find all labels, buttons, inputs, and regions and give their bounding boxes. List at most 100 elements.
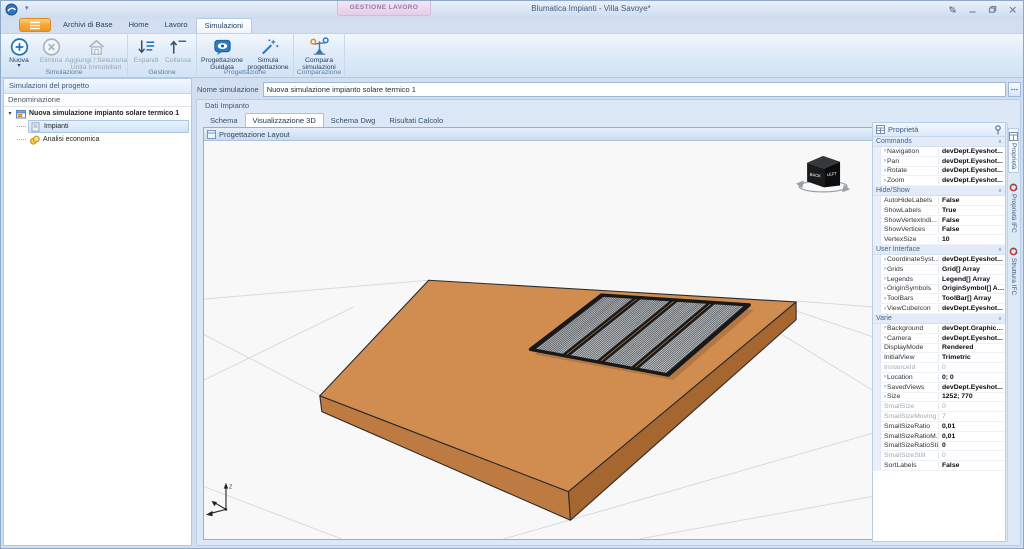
property-row-viewcubeicon[interactable]: ›ViewCubeIcondevDept.Eyeshot... <box>873 304 1005 314</box>
property-row-autohidelabels[interactable]: AutoHideLabelsFalse <box>873 196 1005 206</box>
property-row-vertexsize[interactable]: VertexSize10 <box>873 235 1005 245</box>
property-value[interactable]: ToolBar[] Array <box>938 295 1005 302</box>
expand-arrow-icon[interactable]: › <box>884 178 886 184</box>
expand-arrow-icon[interactable]: › <box>884 158 886 164</box>
property-value[interactable]: OriginSymbol[] Ar... <box>938 285 1005 292</box>
property-row-smallsizemoving[interactable]: SmallSizeMoving7 <box>873 412 1005 422</box>
property-row-smallsizeratiostill[interactable]: SmallSizeRatioStill0 <box>873 442 1005 452</box>
expand-arrow-icon[interactable]: › <box>884 335 886 341</box>
tree-item-impianti[interactable]: Impianti <box>4 120 191 133</box>
property-category-user-interface[interactable]: User Interface∧ <box>873 245 1005 255</box>
property-value[interactable]: 0 <box>938 403 1005 410</box>
property-value[interactable]: devDept.Eyeshot... <box>938 256 1005 263</box>
property-row-size[interactable]: ›Size1252; 770 <box>873 393 1005 403</box>
expand-arrow-icon[interactable]: › <box>884 257 886 263</box>
property-row-instanceid[interactable]: InstanceId0 <box>873 363 1005 373</box>
ribbon-button-elimina[interactable]: Elimina <box>35 35 67 64</box>
property-row-grids[interactable]: ›GridsGrid[] Array <box>873 265 1005 275</box>
ribbon-button-espandi[interactable]: Espandi <box>130 35 162 64</box>
expand-arrow-icon[interactable]: › <box>884 286 886 292</box>
property-row-toolbars[interactable]: ›ToolBarsToolBar[] Array <box>873 294 1005 304</box>
pin-icon[interactable] <box>994 125 1002 135</box>
property-value[interactable]: devDept.Eyeshot... <box>938 167 1005 174</box>
tab-visualizzazione-3d[interactable]: Visualizzazione 3D <box>245 113 324 127</box>
property-value[interactable]: 0,01 <box>938 423 1005 430</box>
property-row-showvertexindi[interactable]: ShowVertexIndi...False <box>873 216 1005 226</box>
property-value[interactable]: devDept.Eyeshot... <box>938 305 1005 312</box>
close-button[interactable] <box>1006 3 1019 15</box>
ribbon-button-progettazione-guidata[interactable]: ProgettazioneGuidata <box>199 35 245 72</box>
property-row-smallsizestill[interactable]: SmallSizeStill0 <box>873 451 1005 461</box>
property-value[interactable]: Legend[] Array <box>938 276 1005 283</box>
ribbon-button-collassa[interactable]: Collassa <box>162 35 194 64</box>
property-value[interactable]: False <box>938 226 1005 233</box>
ribbon-button-nuova[interactable]: Nuova▾ <box>3 35 35 68</box>
ribbon-tab-archivi-di-base[interactable]: Archivi di Base <box>55 18 121 33</box>
3d-canvas[interactable]: BACKLEFTZ <box>204 141 872 539</box>
expand-arrow-icon[interactable]: › <box>884 306 886 312</box>
property-value[interactable]: devDept.Eyeshot... <box>938 384 1005 391</box>
dock-tab-propriet[interactable]: Proprietà <box>1008 128 1019 173</box>
tab-risultati-calcolo[interactable]: Risultati Calcolo <box>382 114 450 127</box>
tab-schema[interactable]: Schema <box>203 114 245 127</box>
ribbon-tab-lavoro[interactable]: Lavoro <box>157 18 196 33</box>
quick-access-dropdown-icon[interactable]: ▾ <box>25 4 29 12</box>
tab-schema-dwg[interactable]: Schema Dwg <box>324 114 383 127</box>
column-header-denominazione[interactable]: Denominazione <box>4 94 191 107</box>
property-row-smallsizeratiom[interactable]: SmallSizeRatioM...0,01 <box>873 432 1005 442</box>
property-value[interactable]: devDept.Eyeshot... <box>938 148 1005 155</box>
property-category-hide-show[interactable]: Hide/Show∧ <box>873 186 1005 196</box>
expand-arrow-icon[interactable]: › <box>884 374 886 380</box>
property-value[interactable]: False <box>938 217 1005 224</box>
property-value[interactable]: Rendered <box>938 344 1005 351</box>
property-row-zoom[interactable]: ›ZoomdevDept.Eyeshot... <box>873 176 1005 186</box>
property-row-rotate[interactable]: ›RotatedevDept.Eyeshot... <box>873 167 1005 177</box>
property-row-legends[interactable]: ›LegendsLegend[] Array <box>873 275 1005 285</box>
property-category-varie[interactable]: Varie∧ <box>873 314 1005 324</box>
property-value[interactable]: Grid[] Array <box>938 266 1005 273</box>
property-row-camera[interactable]: ›CameradevDept.Eyeshot... <box>873 334 1005 344</box>
property-row-savedviews[interactable]: ›SavedViewsdevDept.Eyeshot... <box>873 383 1005 393</box>
property-value[interactable]: 0 <box>938 364 1005 371</box>
collapse-chevron-icon[interactable]: ∧ <box>998 245 1002 254</box>
minimize-button[interactable] <box>966 3 979 15</box>
property-value[interactable]: devDept.Eyeshot... <box>938 158 1005 165</box>
maximize-button[interactable] <box>986 3 999 15</box>
property-row-background[interactable]: ›BackgrounddevDept.Graphics... <box>873 324 1005 334</box>
property-value[interactable]: False <box>938 197 1005 204</box>
property-row-pan[interactable]: ›PandevDept.Eyeshot... <box>873 157 1005 167</box>
expand-arrow-icon[interactable]: › <box>884 276 886 282</box>
ribbon-button-aggiungi-seleziona-unit-immobiliari[interactable]: Aggiungi / SelezionaUnità Immobiliari <box>67 35 125 72</box>
property-row-smallsizeratio[interactable]: SmallSizeRatio0,01 <box>873 422 1005 432</box>
resize-button[interactable] <box>946 3 959 15</box>
property-row-coordinatesyst[interactable]: ›CoordinateSyst...devDept.Eyeshot... <box>873 255 1005 265</box>
property-row-displaymode[interactable]: DisplayModeRendered <box>873 344 1005 354</box>
property-row-showvertices[interactable]: ShowVerticesFalse <box>873 226 1005 236</box>
expand-arrow-icon[interactable]: › <box>884 394 886 400</box>
ribbon-tab-home[interactable]: Home <box>121 18 157 33</box>
simulation-name-input[interactable] <box>263 82 1006 97</box>
property-row-showlabels[interactable]: ShowLabelsTrue <box>873 206 1005 216</box>
property-row-sortlabels[interactable]: SortLabelsFalse <box>873 461 1005 471</box>
dock-tab-propriet-ifc[interactable]: Proprietà IFC <box>1008 179 1019 237</box>
property-category-commands[interactable]: Commands∧ <box>873 137 1005 147</box>
property-value[interactable]: 0; 0 <box>938 374 1005 381</box>
property-value[interactable]: True <box>938 207 1005 214</box>
property-value[interactable]: 1252; 770 <box>938 393 1005 400</box>
property-value[interactable]: False <box>938 462 1005 469</box>
property-value[interactable]: devDept.Eyeshot... <box>938 335 1005 342</box>
property-value[interactable]: 7 <box>938 413 1005 420</box>
expand-arrow-icon[interactable]: › <box>884 325 886 331</box>
property-row-initialview[interactable]: InitialViewTrimetric <box>873 353 1005 363</box>
property-value[interactable]: 0 <box>938 452 1005 459</box>
tree-expander-icon[interactable]: ▾ <box>6 110 14 117</box>
collapse-chevron-icon[interactable]: ∧ <box>998 314 1002 323</box>
collapse-chevron-icon[interactable]: ∧ <box>998 137 1002 146</box>
expand-arrow-icon[interactable]: › <box>884 296 886 302</box>
property-value[interactable]: Trimetric <box>938 354 1005 361</box>
ribbon-button-simula-progettazione[interactable]: Simulaprogettazione <box>245 35 291 72</box>
expand-arrow-icon[interactable]: › <box>884 266 886 272</box>
property-value[interactable]: 0 <box>938 442 1005 449</box>
tree-item-analisi-economica[interactable]: Analisi economica <box>4 133 191 146</box>
expand-arrow-icon[interactable]: › <box>884 168 886 174</box>
